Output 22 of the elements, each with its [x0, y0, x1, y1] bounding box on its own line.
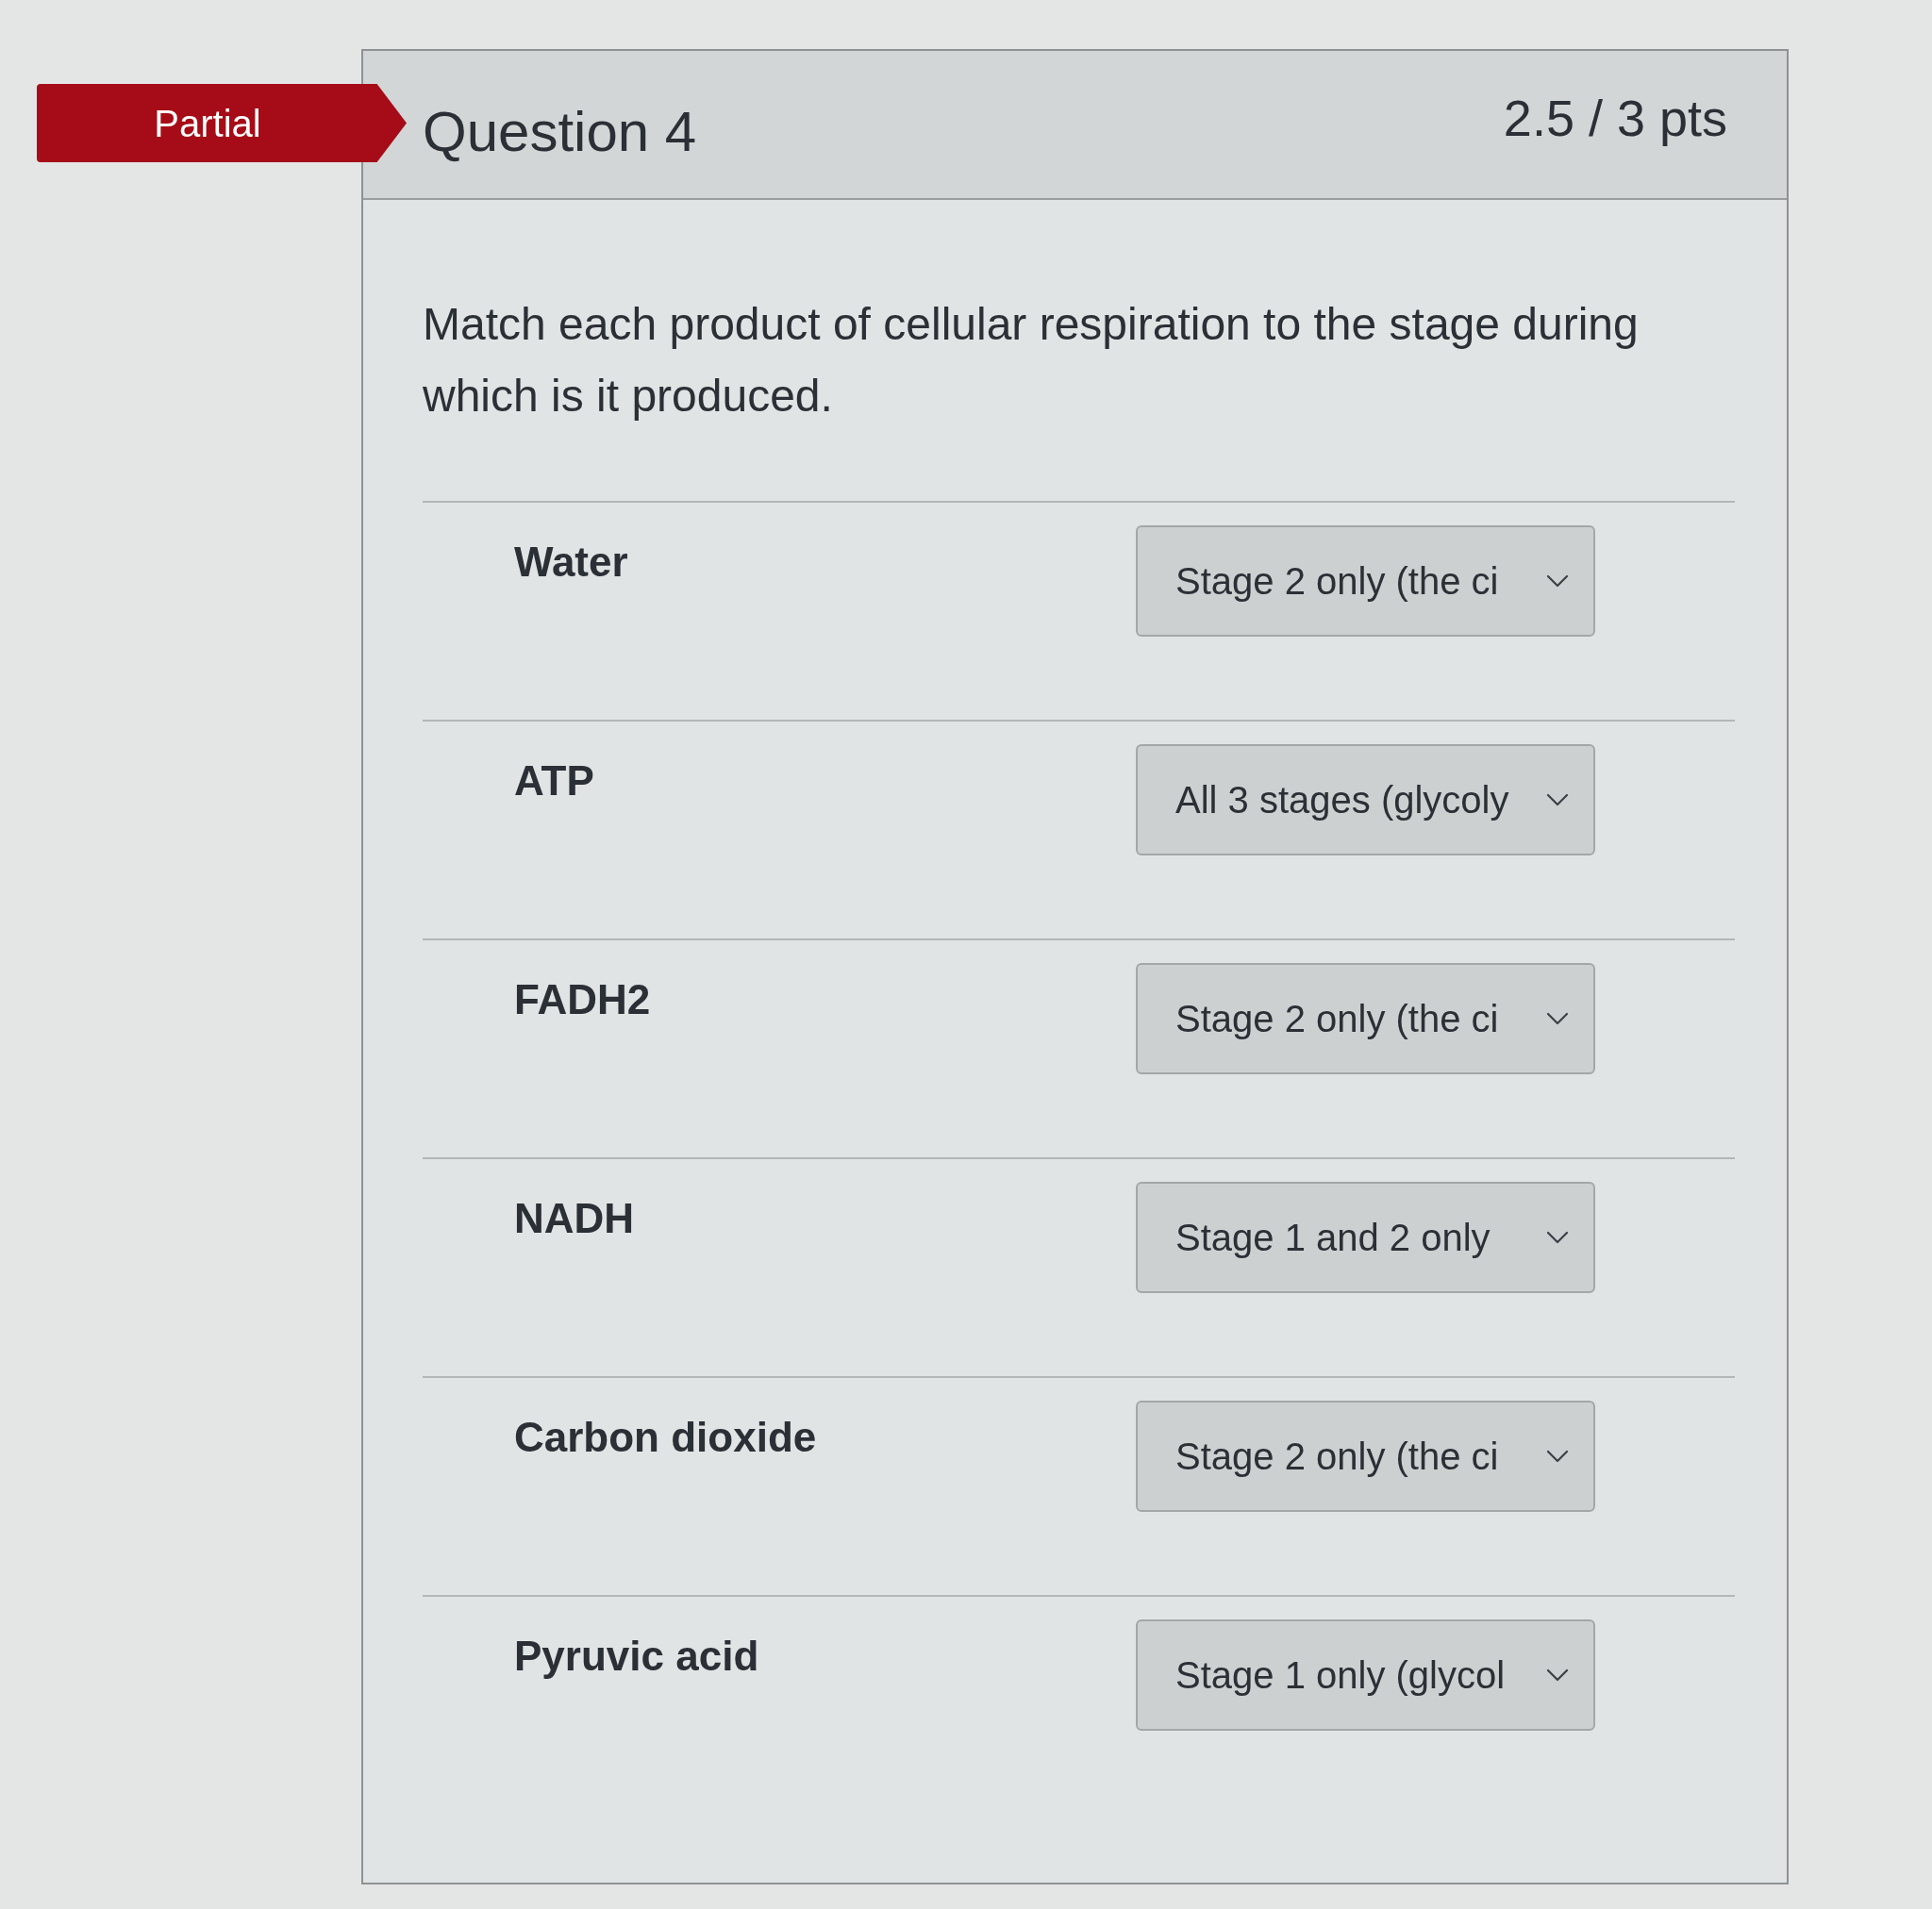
chevron-down-icon — [1546, 1231, 1569, 1244]
term-label: FADH2 — [514, 976, 651, 1022]
term-label: Carbon dioxide — [514, 1414, 817, 1460]
answer-dropdown[interactable]: All 3 stages (glycoly — [1136, 744, 1595, 855]
chevron-down-icon — [1546, 1450, 1569, 1463]
answer-dropdown[interactable]: Stage 2 only (the ci — [1136, 1401, 1595, 1512]
term-label: NADH — [514, 1195, 635, 1241]
chevron-down-icon — [1546, 793, 1569, 806]
answer-dropdown[interactable]: Stage 2 only (the ci — [1136, 963, 1595, 1074]
chevron-down-icon — [1546, 1012, 1569, 1025]
term-label: Pyruvic acid — [514, 1633, 759, 1679]
answer-dropdown[interactable]: Stage 1 and 2 only — [1136, 1182, 1595, 1293]
points-label: 2.5 / 3 pts — [1503, 89, 1727, 148]
answer-dropdown[interactable]: Stage 2 only (the ci — [1136, 525, 1595, 637]
answer-dropdown[interactable]: Stage 1 only (glycol — [1136, 1619, 1595, 1731]
status-badge: Partial — [37, 84, 407, 162]
term-label: Water — [514, 539, 628, 585]
question-title: Question 4 — [423, 99, 697, 165]
chevron-down-icon — [1546, 574, 1569, 588]
term-label: ATP — [514, 757, 594, 804]
chevron-down-icon — [1546, 1668, 1569, 1682]
question-prompt: Match each product of cellular respiration to the stage during which is it produced. — [423, 298, 1640, 423]
